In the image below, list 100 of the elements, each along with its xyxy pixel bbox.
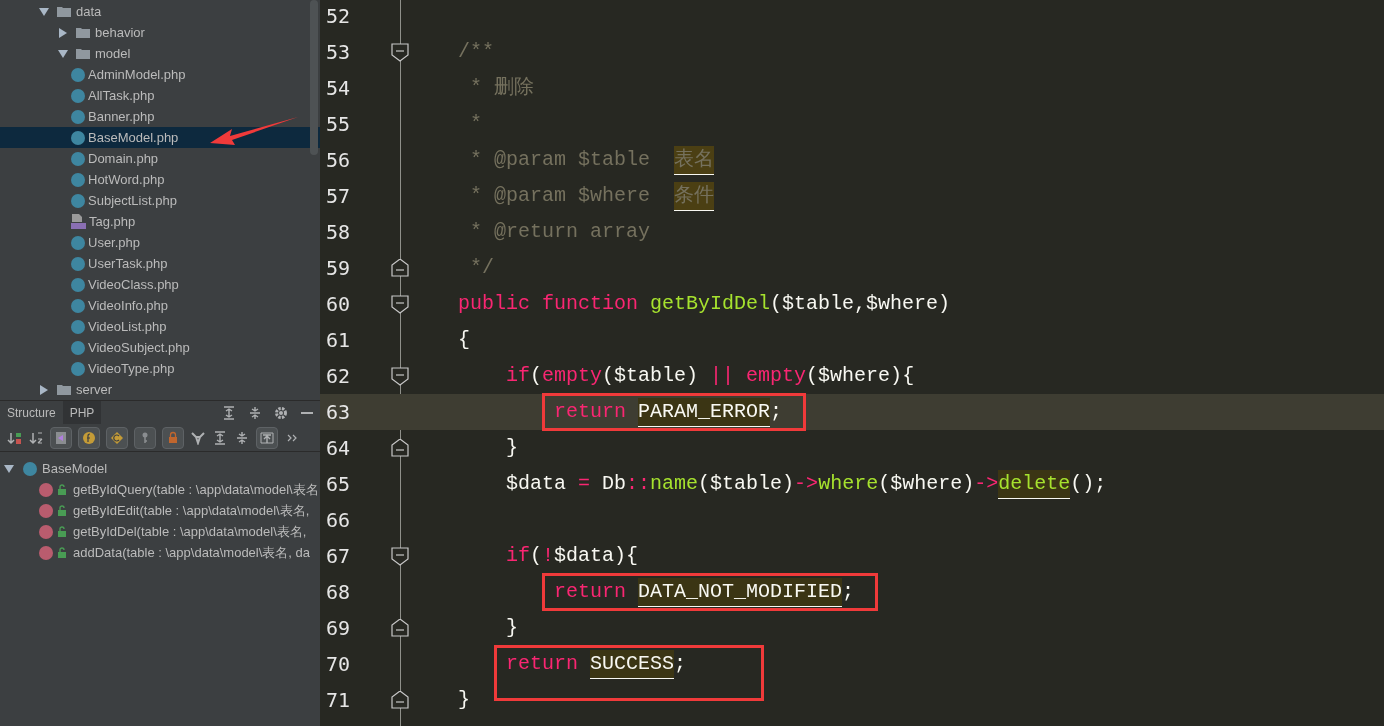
expand-all-icon[interactable] — [222, 405, 236, 420]
expand-arrow-icon[interactable] — [59, 27, 67, 38]
line-number: 67 — [325, 543, 352, 570]
class-file-icon — [71, 256, 85, 271]
method-icon — [39, 545, 53, 560]
code-line: } — [458, 687, 470, 713]
code-line: $data = Db::name($table)->where($where)->delete(); — [458, 469, 1107, 499]
folder-icon — [76, 48, 90, 59]
class-file-icon — [71, 340, 85, 355]
sort-alphabetically-icon[interactable] — [29, 430, 43, 445]
tree-item[interactable]: User.php — [0, 232, 320, 253]
line-number: 68 — [325, 579, 352, 606]
tree-item[interactable]: HotWord.php — [0, 169, 320, 190]
tree-item[interactable]: BaseModel.php — [0, 127, 320, 148]
folder-icon — [76, 27, 90, 38]
line-number: 63 — [325, 399, 352, 426]
expand-all-icon[interactable] — [213, 430, 227, 445]
lock-icon — [57, 505, 67, 516]
tree-item[interactable]: AllTask.php — [0, 85, 320, 106]
class-file-icon — [71, 172, 85, 187]
code-line: if(empty($table) || empty($where){ — [505, 363, 915, 389]
code-line: { — [458, 327, 470, 353]
code-line: * @param $where 条件 — [458, 181, 715, 211]
tree-item[interactable]: VideoInfo.php — [0, 295, 320, 316]
line-number: 57 — [325, 183, 352, 210]
tree-item[interactable]: VideoType.php — [0, 358, 320, 379]
folder-icon — [57, 384, 71, 395]
show-fields-icon[interactable] — [82, 430, 96, 445]
line-number: 55 — [325, 111, 352, 138]
tree-item[interactable]: Tag.php — [0, 211, 320, 232]
collapse-arrow-icon[interactable] — [4, 464, 14, 473]
fold-marker-icon[interactable] — [391, 258, 409, 278]
code-line: * @return array — [469, 219, 651, 245]
tree-item-label: Banner.php — [88, 107, 155, 126]
class-file-icon — [71, 151, 85, 166]
tree-item[interactable]: AdminModel.php — [0, 64, 320, 85]
collapse-arrow-icon[interactable] — [39, 7, 49, 16]
tree-item[interactable]: UserTask.php — [0, 253, 320, 274]
class-file-icon — [71, 109, 85, 124]
tree-item[interactable]: behavior — [0, 22, 320, 43]
tree-item-label: VideoInfo.php — [88, 296, 168, 315]
tree-item[interactable]: server — [0, 379, 320, 400]
line-number: 52 — [325, 3, 352, 30]
panel-tab[interactable]: Structure — [0, 401, 63, 424]
method-icon — [39, 524, 53, 539]
show-constants-icon[interactable] — [110, 430, 124, 445]
line-number: 64 — [325, 435, 352, 462]
fold-marker-icon[interactable] — [391, 42, 409, 62]
sort-by-visibility-icon[interactable] — [7, 430, 21, 445]
tree-item-label: Tag.php — [89, 212, 136, 231]
structure-item[interactable]: getByIdDel(table : \app\data\model\表名, — [73, 521, 307, 542]
structure-item[interactable]: getByIdQuery(table : \app\data\model\表名 — [73, 479, 319, 500]
tree-item[interactable]: SubjectList.php — [0, 190, 320, 211]
line-number: 60 — [325, 291, 352, 318]
line-number: 54 — [325, 75, 352, 102]
tree-item-label: UserTask.php — [88, 254, 168, 273]
collapse-arrow-icon[interactable] — [58, 49, 68, 58]
collapse-all-icon[interactable] — [248, 405, 262, 420]
tree-item-label: VideoType.php — [88, 359, 175, 378]
tree-item[interactable]: Domain.php — [0, 148, 320, 169]
fold-marker-icon[interactable] — [391, 690, 409, 710]
tree-item[interactable]: VideoClass.php — [0, 274, 320, 295]
folder-icon — [57, 6, 71, 17]
tree-item-label: data — [76, 2, 102, 21]
fold-marker-icon[interactable] — [391, 618, 409, 638]
line-number: 61 — [325, 327, 352, 354]
expand-arrow-icon[interactable] — [40, 384, 48, 395]
structure-item[interactable]: getByIdEdit(table : \app\data\model\表名, — [73, 500, 310, 521]
tree-item[interactable]: VideoList.php — [0, 316, 320, 337]
code-line: /** — [458, 39, 494, 65]
fold-marker-icon[interactable] — [391, 438, 409, 458]
filter-icon[interactable] — [191, 430, 205, 445]
show-inherited-icon[interactable] — [54, 430, 68, 445]
fold-marker-icon[interactable] — [391, 366, 409, 386]
panel-tab[interactable]: PHP — [62, 401, 102, 424]
class-file-icon — [71, 319, 85, 334]
tree-item-label: VideoClass.php — [88, 275, 179, 294]
tree-item[interactable]: data — [0, 1, 320, 22]
scroll-from-source-icon[interactable] — [260, 430, 274, 445]
class-file-icon — [71, 67, 85, 82]
scrollbar[interactable] — [310, 0, 318, 155]
tree-item-label: AllTask.php — [88, 86, 155, 105]
tree-item-label: HotWord.php — [88, 170, 165, 189]
tree-item-label: BaseModel.php — [88, 128, 179, 147]
tree-item[interactable]: Banner.php — [0, 106, 320, 127]
tree-item-label: behavior — [95, 23, 145, 42]
fold-marker-icon[interactable] — [391, 294, 409, 314]
structure-item[interactable]: addData(table : \app\data\model\表名, da — [73, 542, 311, 563]
class-file-icon — [71, 193, 85, 208]
tree-item[interactable]: model — [0, 43, 320, 64]
collapse-all-icon[interactable] — [235, 430, 249, 445]
line-number: 59 — [325, 255, 352, 282]
fold-marker-icon[interactable] — [391, 546, 409, 566]
tree-item-label: Domain.php — [88, 149, 159, 168]
tree-item-label: SubjectList.php — [88, 191, 177, 210]
class-file-icon — [71, 277, 85, 292]
settings-icon[interactable] — [274, 405, 288, 420]
tree-item-label: VideoList.php — [88, 317, 167, 336]
tree-item[interactable]: VideoSubject.php — [0, 337, 320, 358]
structure-item[interactable]: BaseModel — [42, 458, 108, 479]
